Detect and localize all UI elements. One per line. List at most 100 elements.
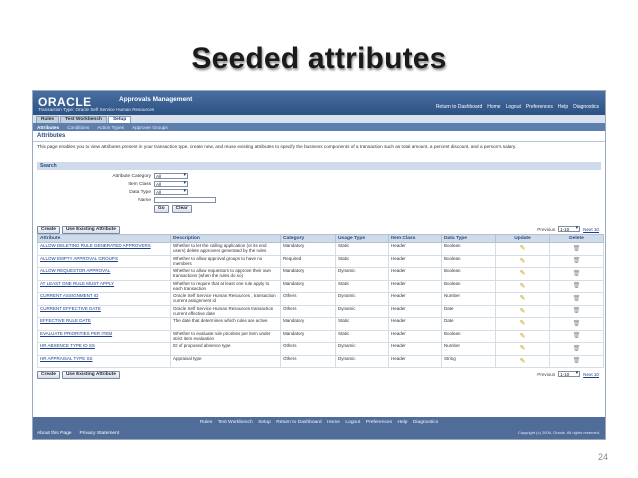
usage-type-cell: Dynamic <box>335 267 389 281</box>
col-attribute[interactable]: Attribute <box>37 234 171 243</box>
subtab-approver-groups[interactable]: Approver Groups <box>132 125 168 130</box>
footer-link-logout[interactable]: Logout <box>345 420 360 425</box>
pencil-icon[interactable]: ✎ <box>520 283 526 290</box>
app-name: Approvals Management <box>119 96 193 103</box>
footer-link-preferences[interactable]: Preferences <box>366 420 392 425</box>
trash-icon[interactable]: 🗑 <box>573 296 581 302</box>
category-cell: Others <box>280 292 336 306</box>
footer-link-setup[interactable]: Setup <box>258 420 271 425</box>
category-cell: Others <box>280 304 336 318</box>
trash-icon[interactable]: 🗑 <box>573 321 581 327</box>
pencil-icon[interactable]: ✎ <box>520 345 526 352</box>
delete-cell: 🗑 <box>549 279 604 293</box>
link-preferences[interactable]: Preferences <box>526 104 553 110</box>
data-type-cell: Boolean <box>441 242 496 256</box>
pencil-icon[interactable]: ✎ <box>520 270 526 277</box>
previous-link[interactable]: Previous <box>537 227 555 232</box>
privacy-statement-link[interactable]: Privacy Statement <box>80 431 120 436</box>
global-links: Return to Dashboard Home Logout Preferen… <box>436 104 599 110</box>
link-logout[interactable]: Logout <box>506 104 521 110</box>
link-help[interactable]: Help <box>558 104 568 110</box>
item-class-select[interactable]: All <box>154 181 188 187</box>
footer-link-test-workbench[interactable]: Test Workbench <box>218 420 253 425</box>
name-input[interactable] <box>154 197 216 203</box>
update-cell: ✎ <box>495 279 550 293</box>
next-link[interactable]: Next 10 <box>583 227 599 232</box>
app-screenshot: ORACLE Approvals Management Transaction … <box>32 90 606 440</box>
range-select-bottom[interactable]: 1-10 <box>558 371 581 377</box>
item-class-label: Item Class <box>128 181 151 187</box>
pencil-icon[interactable]: ✎ <box>520 358 526 365</box>
attribute-link[interactable]: EVALUATE PRIORITIES PER ITEM <box>37 329 171 343</box>
attribute-link[interactable]: EFFECTIVE RULE DATE <box>37 317 171 331</box>
subtab-attributes[interactable]: Attributes <box>37 125 59 130</box>
category-cell: Mandatory <box>280 267 336 281</box>
pencil-icon[interactable]: ✎ <box>520 333 526 340</box>
link-return-dashboard[interactable]: Return to Dashboard <box>436 104 482 110</box>
attribute-link[interactable]: HR APPRAISAL TYPE SS <box>37 354 171 368</box>
usage-type-cell: Static <box>335 329 389 343</box>
delete-cell: 🗑 <box>549 317 604 331</box>
attribute-link[interactable]: HR ABSENCE TYPE ID SS <box>37 342 171 356</box>
category-cell: Mandatory <box>280 317 336 331</box>
use-existing-attribute-button-bottom[interactable]: Use Existing Attribute <box>61 370 120 379</box>
next-link-bottom[interactable]: Next 10 <box>583 372 599 377</box>
footer-link-rules[interactable]: Rules <box>200 420 213 425</box>
footer-link-diagnostics[interactable]: Diagnostics <box>413 420 438 425</box>
trash-icon[interactable]: 🗑 <box>573 358 581 364</box>
trash-icon[interactable]: 🗑 <box>573 258 581 264</box>
about-page-link[interactable]: About this Page <box>37 431 72 436</box>
previous-link-bottom[interactable]: Previous <box>537 372 555 377</box>
item-class-cell: Header <box>388 254 442 268</box>
clear-button[interactable]: Clear <box>171 205 192 213</box>
create-button[interactable]: Create <box>37 225 60 234</box>
tab-setup[interactable]: Setup <box>107 116 132 123</box>
pencil-icon[interactable]: ✎ <box>520 245 526 252</box>
category-cell: Mandatory <box>280 329 336 343</box>
go-button[interactable]: Go <box>154 205 169 213</box>
footer-link-return-dashboard[interactable]: Return to Dashboard <box>276 420 321 425</box>
category-cell: Mandatory <box>280 279 336 293</box>
trash-icon[interactable]: 🗑 <box>573 346 581 352</box>
tab-test-workbench[interactable]: Test Workbench <box>60 116 107 123</box>
link-diagnostics[interactable]: Diagnostics <box>573 104 599 110</box>
trash-icon[interactable]: 🗑 <box>573 308 581 314</box>
attribute-category-select[interactable]: All <box>154 173 188 179</box>
trash-icon[interactable]: 🗑 <box>573 246 581 252</box>
use-existing-attribute-button[interactable]: Use Existing Attribute <box>61 225 120 234</box>
create-button-bottom[interactable]: Create <box>37 370 60 379</box>
delete-cell: 🗑 <box>549 329 604 343</box>
data-type-select[interactable]: All <box>154 189 188 195</box>
tab-rules[interactable]: Rules <box>36 116 60 123</box>
attribute-link[interactable]: AT LEAST ONE RULE MUST APPLY <box>37 279 171 293</box>
subtab-action-types[interactable]: Action Types <box>97 125 124 130</box>
attribute-link[interactable]: CURRENT ASSIGNMENT ID <box>37 292 171 306</box>
pencil-icon[interactable]: ✎ <box>520 258 526 265</box>
search-header: Search <box>37 162 601 170</box>
attribute-link[interactable]: ALLOW REQUESTOR APPROVAL <box>37 267 171 281</box>
attribute-category-row: Attribute Category All <box>85 173 188 179</box>
update-cell: ✎ <box>495 317 550 331</box>
attribute-link[interactable]: ALLOW EMPTY APPROVAL GROUPS <box>37 254 171 268</box>
usage-type-cell: Static <box>335 242 389 256</box>
col-description: Description <box>170 234 281 243</box>
footer-link-home[interactable]: Home <box>327 420 340 425</box>
item-class-row: Item Class All <box>85 181 188 187</box>
trash-icon[interactable]: 🗑 <box>573 333 581 339</box>
pencil-icon[interactable]: ✎ <box>520 320 526 327</box>
attribute-link[interactable]: CURRENT EFFECTIVE DATE <box>37 304 171 318</box>
footer-link-help[interactable]: Help <box>397 420 407 425</box>
link-home[interactable]: Home <box>487 104 500 110</box>
pencil-icon[interactable]: ✎ <box>520 295 526 302</box>
attribute-link[interactable]: ALLOW DELETING RULE GENERATED APPROVERS <box>37 242 171 256</box>
delete-cell: 🗑 <box>549 267 604 281</box>
subtab-conditions[interactable]: Conditions <box>67 125 89 130</box>
table-row: CURRENT ASSIGNMENT ID Oracle Self Service… <box>37 292 604 306</box>
delete-cell: 🗑 <box>549 292 604 306</box>
range-select[interactable]: 1-10 <box>558 226 581 232</box>
usage-type-cell: Dynamic <box>335 292 389 306</box>
trash-icon[interactable]: 🗑 <box>573 271 581 277</box>
table-header-row: Attribute Description Category Usage Typ… <box>37 234 604 243</box>
pencil-icon[interactable]: ✎ <box>520 308 526 315</box>
trash-icon[interactable]: 🗑 <box>573 283 581 289</box>
